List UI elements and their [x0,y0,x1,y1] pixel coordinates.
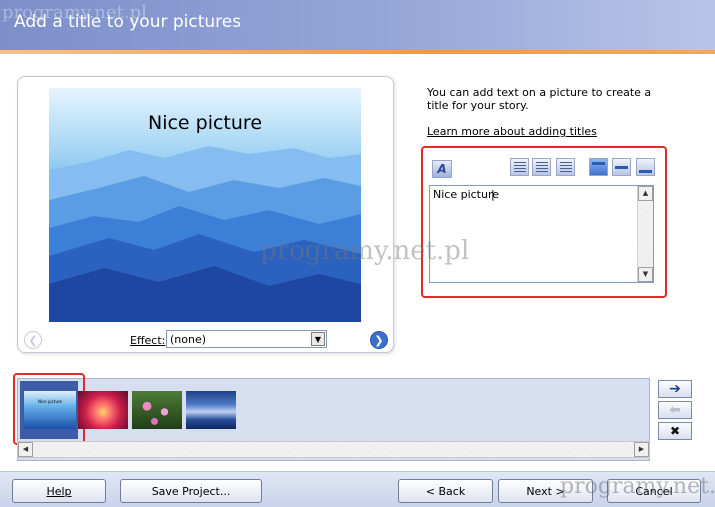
wizard-header: Add a title to your pictures [0,0,715,50]
back-button[interactable]: < Back [398,479,493,503]
align-center-icon [536,162,548,172]
thumbnail-clouds[interactable] [186,391,236,429]
preview-caption: Nice picture [147,112,263,134]
thumbnail-flowers[interactable] [132,391,182,429]
vertical-scrollbar[interactable]: ▲ ▼ [637,186,653,282]
scroll-right-icon[interactable]: ▶ [634,442,649,457]
move-right-button[interactable]: ➔ [658,380,692,398]
move-left-button[interactable]: ⬅ [658,401,692,419]
arrow-right-icon: ❯ [374,333,384,347]
next-button[interactable]: Next > [498,479,593,503]
arrow-left-icon: ⬅ [669,402,681,418]
effect-label: Effect: [130,334,166,347]
position-middle-icon [615,166,628,169]
footer-bar: Help Save Project... < Back Next > Cance… [0,471,715,507]
arrow-left-icon: ❮ [28,333,38,347]
header-accent-line [0,50,715,54]
effect-select[interactable]: (none) ▼ [166,330,327,348]
preview-image: Nice picture [49,88,361,322]
align-left-icon [514,162,526,172]
title-text-input[interactable]: Nice picture | ▲ ▼ [429,185,654,283]
save-project-button[interactable]: Save Project... [120,479,262,503]
cancel-button[interactable]: Cancel [607,479,701,503]
effect-value: (none) [170,333,207,346]
instructions-text: You can add text on a picture to create … [427,86,652,112]
position-middle-button[interactable] [612,158,631,176]
help-button[interactable]: Help [12,479,106,503]
horizontal-scrollbar[interactable]: ◀ ▶ [17,441,650,458]
scroll-up-icon[interactable]: ▲ [638,186,653,201]
align-right-button[interactable] [556,158,575,176]
remove-button[interactable]: ✖ [658,422,692,440]
thumbnail-sunset[interactable] [78,391,128,429]
previous-picture-button[interactable]: ❮ [24,331,42,349]
font-button[interactable]: A [432,160,452,178]
wizard-title: Add a title to your pictures [14,12,242,32]
position-bottom-button[interactable] [636,158,655,176]
title-text-value: Nice picture [433,188,500,201]
arrow-right-icon: ➔ [669,381,681,397]
chevron-down-icon[interactable]: ▼ [311,332,325,346]
align-center-button[interactable] [532,158,551,176]
align-left-button[interactable] [510,158,529,176]
font-icon: A [437,162,447,176]
preview-panel: Nice picture ❮ Effect: (none) ▼ ❯ [17,76,394,353]
close-icon: ✖ [669,424,681,438]
position-top-button[interactable] [589,158,608,176]
scroll-left-icon[interactable]: ◀ [18,442,33,457]
position-top-icon [592,162,605,165]
next-picture-button[interactable]: ❯ [370,331,388,349]
thumbnail-title: Nice picture [37,399,62,404]
scroll-down-icon[interactable]: ▼ [638,267,653,282]
title-editor-highlight: A Nice picture | ▲ ▼ [421,146,667,298]
position-bottom-icon [639,170,652,173]
align-right-icon [560,162,572,172]
thumbnail-mountains[interactable]: Nice picture [24,391,76,429]
learn-more-link[interactable]: Learn more about adding titles [427,125,597,138]
